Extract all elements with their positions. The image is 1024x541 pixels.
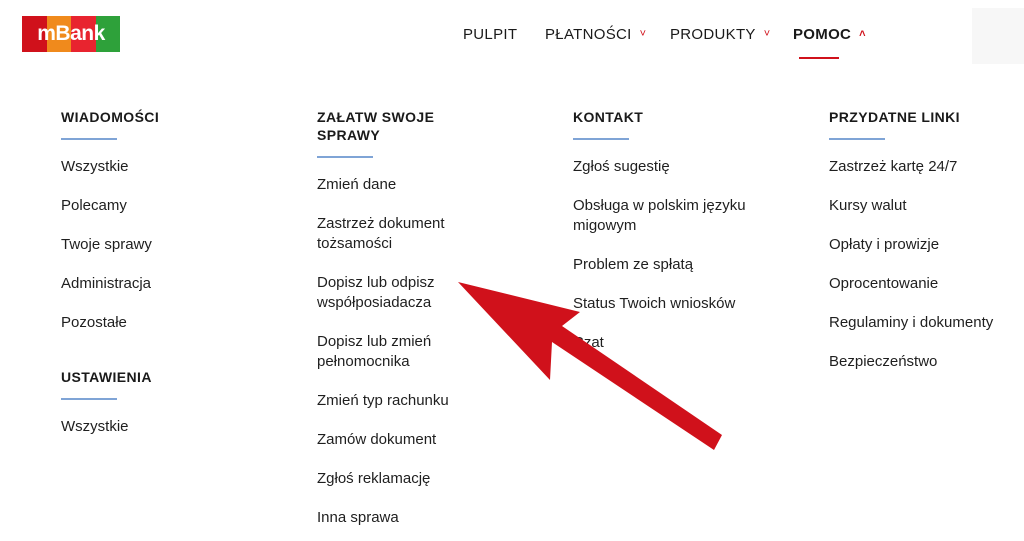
menu-link-regulaminy[interactable]: Regulaminy i dokumenty	[829, 313, 1019, 333]
menu-link-dopisz-odpisz-wspolposiadacza[interactable]: Dopisz lub odpisz współposiadacza	[317, 273, 497, 313]
menu-link-oplaty-prowizje[interactable]: Opłaty i prowizje	[829, 235, 1019, 255]
menu-link-jezyk-migowy[interactable]: Obsługa w polskim języku migowym	[573, 196, 763, 236]
menu-link-zastrzez-karte[interactable]: Zastrzeż kartę 24/7	[829, 157, 1019, 177]
menu-link-twoje-sprawy[interactable]: Twoje sprawy	[61, 235, 261, 255]
menu-link-czat[interactable]: Czat	[573, 333, 763, 353]
nav-item-produkty[interactable]: PRODUKTY ˅	[670, 26, 770, 43]
section-title-wiadomosci: WIADOMOŚCI	[61, 109, 160, 125]
chevron-down-icon: ˅	[639, 28, 647, 40]
help-menu-page: mBank PULPIT PŁATNOŚCI ˅ PRODUKTY ˅ POMOC ˄…	[0, 0, 1024, 541]
nav-item-platnosci[interactable]: PŁATNOŚCI ˅	[545, 26, 646, 43]
nav-item-pulpit[interactable]: PULPIT	[463, 26, 517, 43]
menu-link-administracja[interactable]: Administracja	[61, 274, 261, 294]
section-title-linki: PRZYDATNE LINKI	[829, 109, 960, 125]
section-ustawienia: USTAWIENIA Wszystkie	[61, 368, 261, 437]
nav-item-label: POMOC	[793, 26, 852, 43]
menu-link-oprocentowanie[interactable]: Oprocentowanie	[829, 274, 1019, 294]
nav-item-label: PRODUKTY	[670, 26, 756, 43]
nav-item-label: PŁATNOŚCI	[545, 26, 632, 43]
menu-link-zmien-typ-rachunku[interactable]: Zmień typ rachunku	[317, 391, 497, 411]
nav-item-pomoc[interactable]: POMOC ˄	[793, 26, 866, 59]
section-title-ustawienia: USTAWIENIA	[61, 369, 152, 385]
top-right-panel	[972, 8, 1024, 64]
menu-link-zglos-reklamacje[interactable]: Zgłoś reklamację	[317, 469, 497, 489]
menu-link-zamow-dokument[interactable]: Zamów dokument	[317, 430, 497, 450]
menu-link-zglos-sugestie[interactable]: Zgłoś sugestię	[573, 157, 763, 177]
menu-link-zastrzez-dokument[interactable]: Zastrzeż dokument tożsamości	[317, 214, 497, 254]
section-divider	[317, 156, 373, 158]
ustawienia-list: Wszystkie	[61, 417, 261, 437]
nav-item-label: PULPIT	[463, 26, 518, 43]
top-navigation: PULPIT PŁATNOŚCI ˅ PRODUKTY ˅ POMOC ˄	[0, 26, 1024, 66]
section-title-zalatw: ZAŁATW SWOJE SPRAWY	[317, 109, 435, 143]
menu-link-pozostale[interactable]: Pozostałe	[61, 313, 261, 333]
menu-link-bezpieczenstwo[interactable]: Bezpieczeństwo	[829, 352, 1019, 372]
column-przydatne-linki: PRZYDATNE LINKI Zastrzeż kartę 24/7 Kurs…	[829, 108, 1019, 391]
menu-link-polecamy[interactable]: Polecamy	[61, 196, 261, 216]
menu-link-wszystkie[interactable]: Wszystkie	[61, 157, 261, 177]
chevron-up-icon: ˄	[859, 28, 866, 40]
zalatw-list: Zmień dane Zastrzeż dokument tożsamości …	[317, 175, 497, 528]
column-zalatw-swoje-sprawy: ZAŁATW SWOJE SPRAWY Zmień dane Zastrzeż …	[317, 108, 497, 541]
menu-link-zmien-dane[interactable]: Zmień dane	[317, 175, 497, 195]
column-wiadomosci: WIADOMOŚCI Wszystkie Polecamy Twoje spra…	[61, 108, 261, 456]
menu-link-inna-sprawa[interactable]: Inna sprawa	[317, 508, 497, 528]
section-divider	[829, 138, 885, 140]
linki-list: Zastrzeż kartę 24/7 Kursy walut Opłaty i…	[829, 157, 1019, 372]
wiadomosci-list: Wszystkie Polecamy Twoje sprawy Administ…	[61, 157, 261, 333]
menu-link-status-wnioskow[interactable]: Status Twoich wniosków	[573, 294, 763, 314]
section-title-kontakt: KONTAKT	[573, 109, 644, 125]
section-divider	[573, 138, 629, 140]
active-nav-underline	[799, 57, 839, 59]
menu-link-problem-ze-splata[interactable]: Problem ze spłatą	[573, 255, 763, 275]
menu-link-dopisz-zmien-pelnomocnika[interactable]: Dopisz lub zmień pełnomocnika	[317, 332, 497, 372]
menu-link-ustawienia-wszystkie[interactable]: Wszystkie	[61, 417, 261, 437]
section-divider	[61, 398, 117, 400]
menu-link-kursy-walut[interactable]: Kursy walut	[829, 196, 1019, 216]
chevron-down-icon: ˅	[763, 28, 771, 40]
kontakt-list: Zgłoś sugestię Obsługa w polskim języku …	[573, 157, 763, 353]
column-kontakt: KONTAKT Zgłoś sugestię Obsługa w polskim…	[573, 108, 763, 372]
section-divider	[61, 138, 117, 140]
